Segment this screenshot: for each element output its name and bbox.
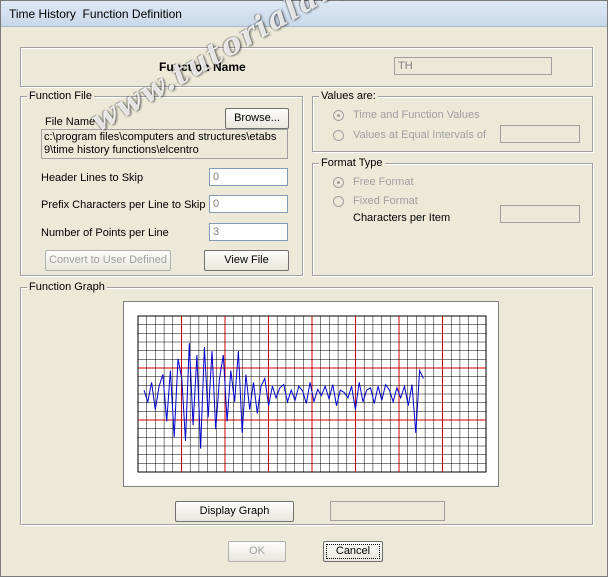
chars-per-item-label: Characters per Item [353, 212, 451, 224]
dialog-window: Time History Function Definition Functio… [0, 0, 608, 577]
header-lines-label: Header Lines to Skip [41, 172, 144, 184]
format-type-group: Format Type Free Format Fixed Format Cha… [312, 157, 593, 276]
function-name-group: Function Name TH [20, 47, 593, 87]
prefix-chars-input[interactable]: 0 [209, 195, 288, 213]
cancel-button[interactable]: Cancel [323, 541, 383, 562]
prefix-chars-label: Prefix Characters per Line to Skip [41, 199, 206, 211]
radio-selected-dot [337, 181, 340, 184]
function-file-group: Function File File Name Browse... c:\pro… [20, 90, 303, 276]
radio-selected-dot [337, 114, 340, 117]
values-are-group: Values are: Time and Function Values Val… [312, 90, 593, 152]
graph-status-field [330, 501, 445, 521]
values-are-legend: Values are: [319, 90, 378, 102]
free-format-radio[interactable] [333, 177, 344, 188]
view-file-button[interactable]: View File [204, 250, 289, 271]
display-graph-button[interactable]: Display Graph [175, 501, 294, 522]
title-bar[interactable]: Time History Function Definition [1, 1, 607, 27]
file-path-field: c:\program files\computers and structure… [41, 129, 288, 159]
header-lines-input[interactable]: 0 [209, 168, 288, 186]
function-file-legend: Function File [27, 90, 94, 102]
free-format-label: Free Format [353, 176, 414, 188]
browse-button[interactable]: Browse... [225, 108, 289, 129]
points-per-line-label: Number of Points per Line [41, 227, 169, 239]
file-path-line-1: c:\program files\computers and structure… [44, 131, 277, 143]
chars-per-item-input[interactable] [500, 205, 580, 223]
values-at-equal-intervals-radio[interactable] [333, 130, 344, 141]
equal-interval-input[interactable] [500, 125, 580, 143]
fixed-format-radio[interactable] [333, 196, 344, 207]
time-and-function-values-radio[interactable] [333, 110, 344, 121]
function-name-field[interactable]: TH [394, 57, 552, 75]
function-name-label: Function Name [159, 60, 246, 74]
window-title: Time History Function Definition [9, 7, 182, 21]
ok-button[interactable]: OK [228, 541, 286, 562]
format-type-legend: Format Type [319, 157, 385, 169]
convert-to-user-defined-button[interactable]: Convert to User Defined [45, 250, 171, 271]
function-graph-chart [137, 315, 487, 473]
function-graph-legend: Function Graph [27, 281, 107, 293]
file-path-line-2: 9\time history functions\elcentro [44, 144, 199, 156]
file-name-label: File Name [45, 116, 96, 128]
dialog-client: Function Name TH Function File File Name… [5, 29, 603, 573]
values-at-equal-intervals-label: Values at Equal Intervals of [353, 129, 487, 141]
fixed-format-label: Fixed Format [353, 195, 418, 207]
time-and-function-values-label: Time and Function Values [353, 109, 480, 121]
function-graph-area [123, 301, 499, 487]
points-per-line-input[interactable]: 3 [209, 223, 288, 241]
